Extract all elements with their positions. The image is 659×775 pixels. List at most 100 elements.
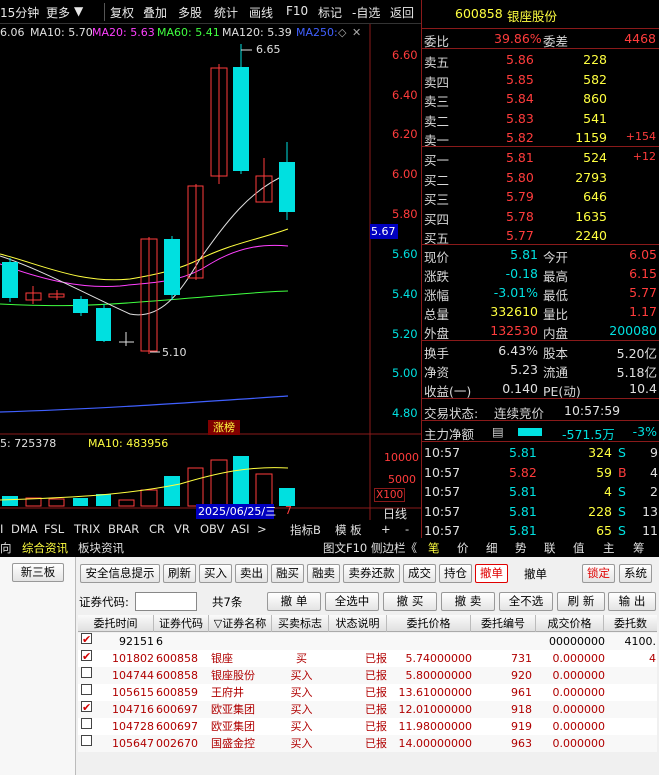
- tab-zhi[interactable]: 值: [573, 540, 585, 556]
- buy-button[interactable]: 买入: [199, 564, 232, 583]
- nav-f10[interactable]: 图文F10: [323, 540, 367, 556]
- toolbar-biaoji[interactable]: 标记: [318, 4, 342, 21]
- chevron-down-icon[interactable]: ▼: [74, 4, 83, 18]
- tab-xi[interactable]: 细: [486, 540, 498, 556]
- positions-button[interactable]: 持仓: [439, 564, 472, 583]
- toolbar-back[interactable]: 返回: [390, 4, 414, 21]
- row-checkbox[interactable]: [81, 684, 92, 695]
- select-all-button[interactable]: 全选中: [325, 592, 379, 611]
- col-deal-price[interactable]: 成交价格: [536, 615, 604, 632]
- period-selector[interactable]: 15分钟: [0, 4, 39, 21]
- row-checkbox[interactable]: [81, 718, 92, 729]
- table-row[interactable]: 101802600858 银座 买 已报 5.74000000 731 0.000000 4: [78, 650, 657, 667]
- col-qty[interactable]: 委托数: [604, 615, 657, 632]
- safety-info-button[interactable]: 安全信息提示: [80, 564, 160, 583]
- deselect-all-button[interactable]: 全不选: [499, 592, 553, 611]
- sell-repay-button[interactable]: 卖券还款: [343, 564, 400, 583]
- row-checkbox[interactable]: [81, 701, 92, 712]
- cancel-buy-button[interactable]: 撤 买: [383, 592, 437, 611]
- refresh-list-button[interactable]: 刷 新: [557, 592, 605, 611]
- sell-level-label: 卖五: [424, 55, 450, 70]
- code-input[interactable]: [135, 592, 197, 611]
- xinsanban-button[interactable]: 新三板: [12, 563, 64, 582]
- tab-jia[interactable]: 价: [457, 540, 469, 556]
- zoom-in-button[interactable]: +: [381, 522, 391, 536]
- vol-tick: 5000: [388, 473, 416, 486]
- tab-trix[interactable]: TRIX: [74, 522, 100, 536]
- margin-sell-button[interactable]: 融卖: [307, 564, 340, 583]
- col-order-no[interactable]: 委托编号: [471, 615, 536, 632]
- system-button[interactable]: 系统: [619, 564, 652, 583]
- toolbar-huaxian[interactable]: 画线: [249, 4, 273, 21]
- table-row[interactable]: 104728 600697 欧亚集团 买入 已报 11.98000000 919 0.0000…: [78, 718, 657, 735]
- more-menu[interactable]: 更多: [46, 4, 70, 21]
- order-code: 002670: [156, 737, 198, 750]
- cancel-tab-button[interactable]: 撤单: [475, 564, 508, 583]
- tab-obv[interactable]: OBV: [200, 522, 224, 536]
- sell-row[interactable]: 卖四 5.85 582: [422, 71, 659, 90]
- lock-button[interactable]: 锁定: [582, 564, 615, 583]
- col-time[interactable]: 委托时间: [78, 615, 154, 632]
- tab-cr[interactable]: CR: [149, 522, 165, 536]
- sell-row[interactable]: 卖三 5.84 860: [422, 90, 659, 109]
- nav-zonghe[interactable]: 综合资讯: [22, 540, 68, 556]
- tab-shi[interactable]: 势: [515, 540, 527, 556]
- deals-button[interactable]: 成交: [403, 564, 436, 583]
- tab-lian[interactable]: 联: [544, 540, 556, 556]
- tab-next[interactable]: >: [257, 522, 267, 536]
- row-checkbox[interactable]: [81, 667, 92, 678]
- export-button[interactable]: 输 出: [608, 592, 656, 611]
- table-row[interactable]: 104716600697 欧亚集团 买入 已报 12.01000000 918 0.0000…: [78, 701, 657, 718]
- tab-template[interactable]: 模 板: [335, 522, 362, 538]
- cancel-sell-button[interactable]: 撤 卖: [441, 592, 495, 611]
- nav-direction[interactable]: 向: [0, 540, 12, 556]
- tab-dma[interactable]: DMA: [11, 522, 38, 536]
- row-checkbox[interactable]: [81, 633, 92, 644]
- toolbar-tongji[interactable]: 统计: [214, 4, 238, 21]
- sell-button[interactable]: 卖出: [235, 564, 268, 583]
- sell-row[interactable]: 卖二 5.83 541: [422, 110, 659, 129]
- nav-bankuai[interactable]: 板块资讯: [78, 540, 124, 556]
- order-no: 961: [511, 686, 532, 699]
- zhangbang-badge[interactable]: 涨榜: [208, 420, 240, 435]
- zoom-out-button[interactable]: -: [405, 522, 409, 536]
- tab-bi[interactable]: 笔: [428, 540, 440, 556]
- tab-indicator-b[interactable]: 指标B: [290, 522, 321, 538]
- sell-row[interactable]: 卖五 5.86 228: [422, 51, 659, 70]
- col-price[interactable]: 委托价格: [387, 615, 471, 632]
- tab-indicator-i[interactable]: I: [0, 522, 3, 536]
- col-code[interactable]: 证券代码: [154, 615, 209, 632]
- toolbar-f10[interactable]: F10: [286, 4, 308, 18]
- stock-code: 600858: [455, 6, 503, 21]
- list-icon[interactable]: ▤: [492, 424, 504, 439]
- toolbar-diejia[interactable]: 叠加: [143, 4, 167, 21]
- table-row[interactable]: 921516 00000000 4100.: [78, 633, 657, 650]
- row-checkbox[interactable]: [81, 735, 92, 746]
- table-row[interactable]: 104744 600858 银座股份 买入 已报 5.80000000 920 0.00000…: [78, 667, 657, 684]
- buy-row[interactable]: 买一 5.81 524 +12: [422, 149, 659, 168]
- cancel-order-button[interactable]: 撤 单: [267, 592, 321, 611]
- table-row[interactable]: 105615 600859 王府井 买入 已报 13.61000000 961 0.00000…: [78, 684, 657, 701]
- buy-row[interactable]: 买四 5.78 1635: [422, 208, 659, 227]
- col-status[interactable]: 状态说明: [329, 615, 387, 632]
- tab-fsl[interactable]: FSL: [44, 522, 64, 536]
- buy-row[interactable]: 买二 5.80 2793: [422, 169, 659, 188]
- col-name[interactable]: ▽证券名称: [209, 615, 272, 632]
- tab-chou[interactable]: 筹: [633, 540, 645, 556]
- toolbar-zixuan[interactable]: -自选: [352, 4, 380, 21]
- col-side[interactable]: 买卖标志: [272, 615, 329, 632]
- tab-asi[interactable]: ASI: [231, 522, 250, 536]
- margin-buy-button[interactable]: 融买: [271, 564, 304, 583]
- refresh-button[interactable]: 刷新: [163, 564, 196, 583]
- toolbar-duogu[interactable]: 多股: [178, 4, 202, 21]
- tab-vr[interactable]: VR: [174, 522, 190, 536]
- row-checkbox[interactable]: [81, 650, 92, 661]
- toolbar-fuquan[interactable]: 复权: [110, 4, 134, 21]
- order-name: 国盛金控: [211, 737, 255, 750]
- daily-period[interactable]: 日线: [383, 505, 407, 522]
- tab-brar[interactable]: BRAR: [108, 522, 139, 536]
- buy-row[interactable]: 买三 5.79 646: [422, 188, 659, 207]
- tab-zhu[interactable]: 主: [603, 540, 615, 556]
- nav-sidebar[interactable]: 侧边栏《: [371, 540, 417, 556]
- table-row[interactable]: 105647 002670 国盛金控 买入 已报 14.00000000 963 0.0000…: [78, 735, 657, 752]
